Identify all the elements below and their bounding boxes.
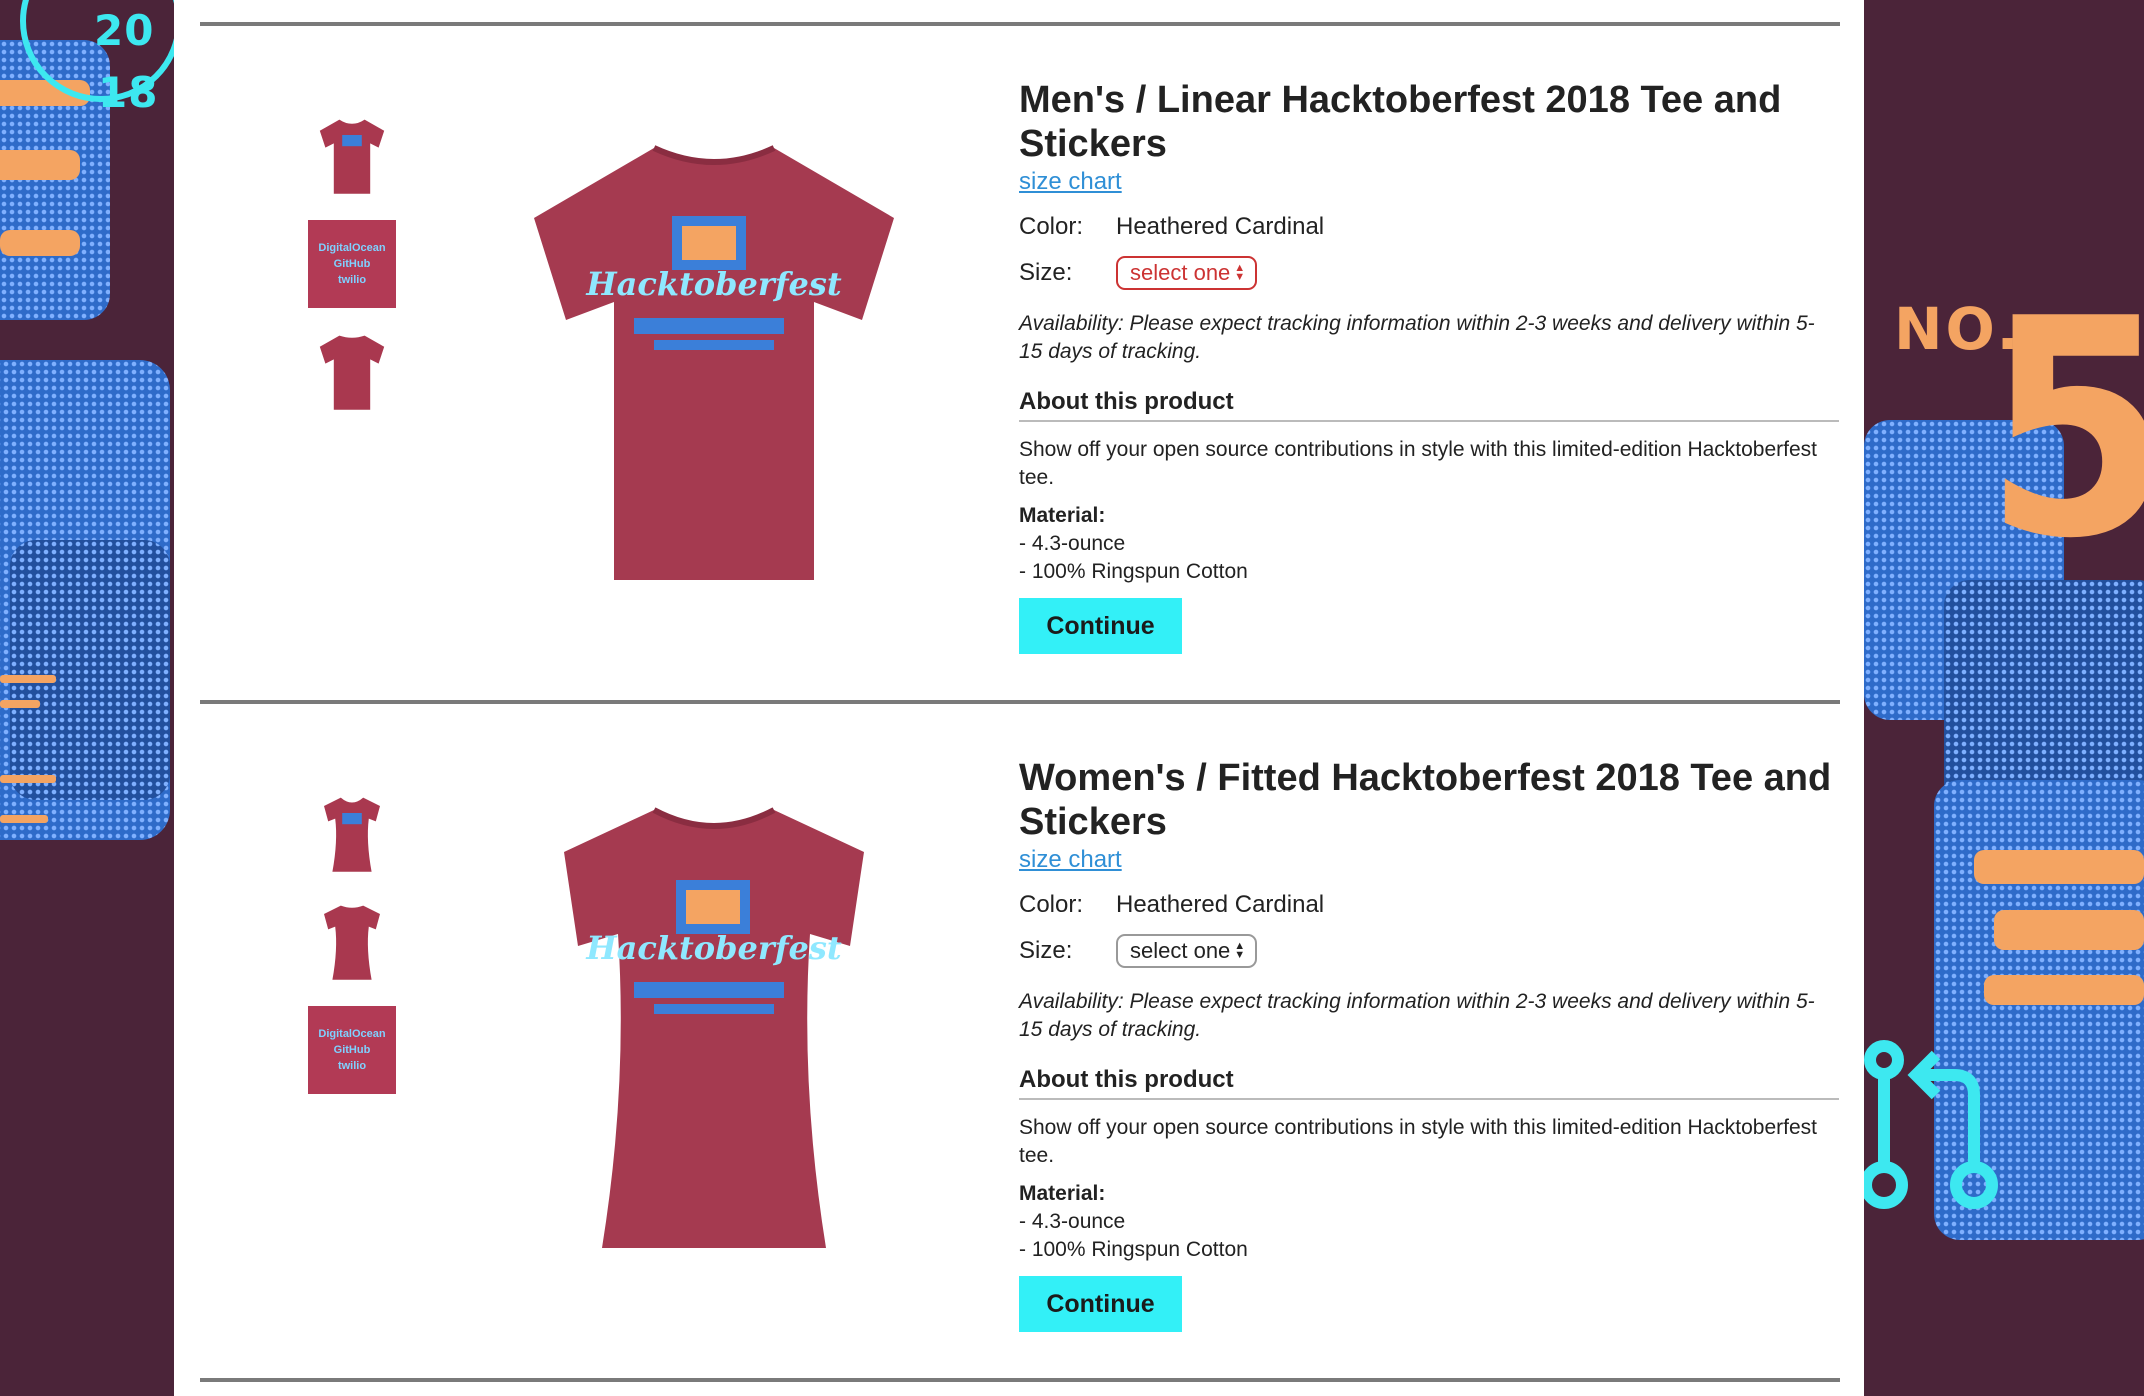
product-image-womens[interactable]: Hacktoberfest (534, 796, 894, 1266)
sticker-line: GitHub (333, 258, 371, 270)
availability-text: Availability: Please expect tracking inf… (1019, 312, 1815, 363)
sticker-line: DigitalOcean (318, 242, 386, 254)
continue-button[interactable]: Continue (1019, 1276, 1182, 1332)
thumbnail-front[interactable] (308, 112, 396, 200)
shirt-print-text: Hacktoberfest (585, 265, 841, 303)
tshirt-thumbnail-icon (324, 797, 380, 872)
orange-line (0, 675, 56, 683)
orange-stroke (1994, 910, 2144, 950)
year-top: 20 (94, 6, 155, 55)
select-arrows-icon: ▲ ▼ (1234, 940, 1246, 961)
size-label: Size: (1019, 259, 1073, 286)
size-select[interactable]: select one ▲ ▼ (1116, 256, 1258, 290)
tshirt-back-icon (324, 905, 380, 980)
thumbnail-back[interactable] (308, 328, 396, 416)
size-row: Size: select one ▲ ▼ (1019, 934, 1839, 968)
color-row: Color: Heathered Cardinal (1019, 210, 1839, 244)
orange-stroke (0, 150, 80, 180)
sticker-line: DigitalOcean (318, 1028, 386, 1040)
tshirt-back-icon (319, 335, 385, 410)
halftone-block (10, 540, 170, 800)
thumbnail-front[interactable] (308, 790, 396, 878)
product-title: Women's / Fitted Hacktoberfest 2018 Tee … (1019, 757, 1832, 843)
size-chart-link[interactable]: size chart (1019, 168, 1122, 196)
color-label: Color: (1019, 213, 1084, 240)
product-info-womens: Women's / Fitted Hacktoberfest 2018 Tee … (1019, 756, 1839, 1332)
orange-stroke (0, 230, 80, 256)
section-divider (200, 1378, 1840, 1382)
left-decoration: 20 18 (0, 0, 174, 1396)
material-item: - 4.3-ounce (1019, 1210, 1126, 1233)
availability-text: Availability: Please expect tracking inf… (1019, 990, 1815, 1041)
sticker-line: twilio (337, 274, 367, 286)
orange-stroke (1974, 850, 2144, 884)
size-chart-link[interactable]: size chart (1019, 846, 1122, 874)
thumbnail-stickers[interactable]: DigitalOcean GitHub twilio (308, 220, 396, 308)
size-select[interactable]: select one ▲ ▼ (1116, 934, 1258, 968)
orange-line (0, 700, 40, 708)
sticker-line: GitHub (333, 1044, 371, 1056)
shirt-print-text: Hacktoberfest (585, 929, 841, 967)
size-label: Size: (1019, 937, 1073, 964)
material-item: - 100% Ringspun Cotton (1019, 560, 1248, 583)
tshirt-thumbnail-icon (319, 119, 385, 194)
product-info-mens: Men's / Linear Hacktoberfest 2018 Tee an… (1019, 78, 1839, 654)
pull-request-icon (1864, 1040, 1998, 1209)
about-heading: About this product (1019, 1066, 1839, 1100)
thumbnail-stickers[interactable]: DigitalOcean GitHub twilio (308, 1006, 396, 1094)
size-select-value: select one (1130, 260, 1231, 285)
product-list: DigitalOcean GitHub twilio Hacktoberfest… (174, 0, 1864, 1396)
sticker-line: twilio (337, 1060, 367, 1072)
about-heading: About this product (1019, 388, 1839, 422)
material-heading: Material: (1019, 1182, 1106, 1205)
color-value: Heathered Cardinal (1116, 891, 1325, 918)
continue-button[interactable]: Continue (1019, 598, 1182, 654)
color-row: Color: Heathered Cardinal (1019, 888, 1839, 922)
color-label: Color: (1019, 891, 1084, 918)
section-divider (200, 700, 1840, 704)
product-image-mens[interactable]: Hacktoberfest (514, 130, 914, 590)
product-description: Show off your open source contributions … (1019, 1116, 1818, 1167)
product-title: Men's / Linear Hacktoberfest 2018 Tee an… (1019, 79, 1782, 165)
size-select-value: select one (1130, 938, 1231, 963)
issue-number: 5 (1984, 255, 2144, 604)
size-row: Size: select one ▲ ▼ (1019, 256, 1839, 290)
thumbnail-back[interactable] (308, 898, 396, 986)
material-item: - 4.3-ounce (1019, 532, 1126, 555)
right-decoration: NO. 5 (1864, 0, 2144, 1396)
material-heading: Material: (1019, 504, 1106, 527)
section-divider (200, 22, 1840, 26)
orange-stroke (1984, 975, 2144, 1005)
orange-line (0, 775, 56, 783)
year-bottom: 18 (98, 68, 159, 117)
material-item: - 100% Ringspun Cotton (1019, 1238, 1248, 1261)
color-value: Heathered Cardinal (1116, 213, 1325, 240)
product-description: Show off your open source contributions … (1019, 438, 1818, 489)
orange-line (0, 815, 48, 823)
select-arrows-icon: ▲ ▼ (1234, 262, 1246, 283)
